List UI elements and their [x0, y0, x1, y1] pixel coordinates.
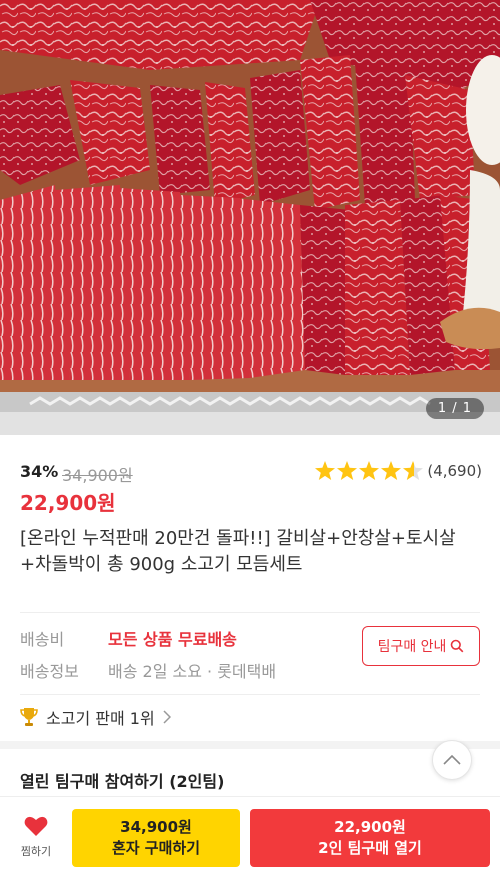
sale-price: 22,900원	[20, 491, 116, 515]
team-label: 2인 팀구매 열기	[318, 839, 422, 857]
sales-rank-link[interactable]: 소고기 판매 1위	[20, 704, 171, 730]
search-icon	[451, 639, 464, 653]
scroll-top-button[interactable]	[432, 740, 472, 780]
heart-icon	[24, 816, 48, 836]
bottom-action-bar: 찜하기 34,900원 혼자 구매하기 22,900원 2인 팀구매 열기	[0, 796, 500, 875]
team-price: 22,900원	[334, 818, 406, 836]
price-row: 34% 34,900원 (4,690)	[20, 460, 482, 485]
star-icon	[315, 461, 335, 480]
image-page-indicator: 1 / 1	[425, 398, 484, 419]
star-icon	[337, 461, 357, 480]
open-team-purchase-button[interactable]: 22,900원 2인 팀구매 열기	[250, 809, 490, 867]
wish-label: 찜하기	[20, 845, 52, 858]
beef-platter-photo	[0, 0, 500, 435]
divider	[20, 612, 480, 613]
star-icon	[359, 461, 379, 480]
divider	[20, 694, 480, 695]
solo-label: 혼자 구매하기	[111, 839, 201, 857]
rating-stars[interactable]	[314, 460, 426, 482]
product-title: [온라인 누적판매 20만건 돌파!!] 갈비살+안창살+토시살+차돌박이 총 …	[20, 528, 456, 575]
trophy-icon	[20, 708, 38, 726]
shipping-fee-label: 배송비	[20, 630, 65, 649]
review-count[interactable]: (4,690)	[427, 462, 482, 480]
team-guide-label: 팀구매 안내	[377, 639, 447, 655]
sales-rank-text: 소고기 판매 1위	[46, 709, 155, 728]
shipping-info-label: 배송정보	[20, 662, 79, 681]
chevron-right-icon	[163, 710, 171, 724]
original-price: 34,900원	[62, 466, 133, 485]
half-star-icon	[403, 461, 423, 480]
open-team-purchase-title: 열린 팀구매 참여하기 (2인팀)	[20, 772, 225, 791]
star-icon	[381, 461, 401, 480]
shipping-info-value: 배송 2일 소요 · 롯데택배	[108, 662, 277, 681]
discount-rate: 34%	[20, 462, 59, 481]
chevron-up-icon	[443, 755, 461, 765]
section-separator	[0, 741, 500, 749]
wish-button[interactable]: 찜하기	[8, 815, 64, 859]
buy-alone-button[interactable]: 34,900원 혼자 구매하기	[72, 809, 240, 867]
shipping-fee-value: 모든 상품 무료배송	[108, 630, 237, 649]
product-image[interactable]: 1 / 1	[0, 0, 500, 435]
team-guide-button[interactable]: 팀구매 안내	[362, 626, 480, 666]
solo-price: 34,900원	[120, 818, 192, 836]
